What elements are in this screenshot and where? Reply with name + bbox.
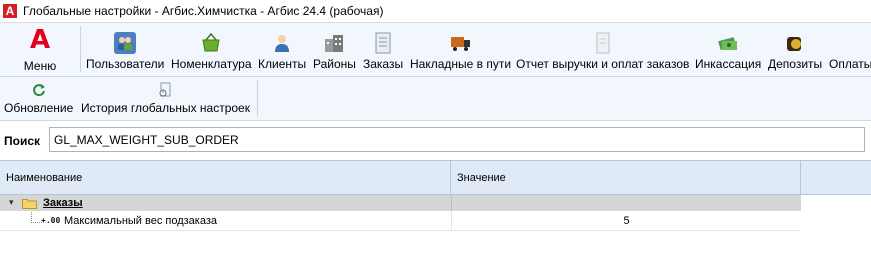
ribbon-separator <box>80 26 81 72</box>
group-row[interactable]: ▾ Заказы <box>0 195 801 211</box>
settings-history-button[interactable]: История глобальных настроек <box>81 77 250 120</box>
grid-header: Наименование Значение <box>0 161 871 195</box>
truck-icon <box>450 32 472 54</box>
group-label: Заказы <box>43 197 83 209</box>
ribbon-districts-button[interactable]: Районы <box>313 23 356 76</box>
setting-name: Максимальный вес подзаказа <box>64 215 218 227</box>
buildings-icon <box>323 32 345 54</box>
ribbon-payments-label: Оплаты <box>829 57 871 71</box>
main-ribbon: A Меню Пользователи Номенклатура Клиенты… <box>0 23 871 77</box>
money-icon <box>717 32 739 54</box>
menu-logo-icon: A <box>29 25 51 55</box>
ribbon-deposits-label: Депозиты <box>768 57 823 71</box>
search-bar: Поиск <box>0 121 871 159</box>
ribbon-districts-label: Районы <box>313 57 356 71</box>
setting-value[interactable]: 5 <box>451 212 801 230</box>
table-row[interactable]: +.00 Максимальный вес подзаказа 5 <box>0 212 801 231</box>
ribbon-users-button[interactable]: Пользователи <box>86 23 164 76</box>
window-title: Глобальные настройки - Агбис.Химчистка -… <box>23 4 384 18</box>
ribbon-orders-button[interactable]: Заказы <box>363 23 403 76</box>
search-input[interactable] <box>49 127 865 152</box>
client-icon <box>271 32 293 54</box>
ribbon-collection-button[interactable]: Инкассация <box>695 23 761 76</box>
menu-button[interactable]: A Меню <box>4 23 76 76</box>
ribbon-collection-label: Инкассация <box>695 57 762 71</box>
payments-icon <box>840 32 862 54</box>
ribbon-revenue-report-button[interactable]: Отчет выручки и оплат заказов <box>516 23 689 76</box>
group-value-cell <box>451 195 801 211</box>
basket-icon <box>200 32 222 54</box>
ribbon-revenue-report-label: Отчет выручки и оплат заказов <box>516 57 690 71</box>
ribbon-users-label: Пользователи <box>86 57 165 71</box>
document-icon <box>372 32 394 54</box>
ribbon-waybills-button[interactable]: Накладные в пути <box>410 23 511 76</box>
coin-icon <box>784 32 806 54</box>
refresh-label: Обновление <box>4 101 74 115</box>
folder-icon <box>22 198 37 209</box>
title-bar: A Глобальные настройки - Агбис.Химчистка… <box>0 0 871 23</box>
expand-chevron-icon[interactable]: ▾ <box>9 198 19 208</box>
settings-toolbar: Обновление История глобальных настроек <box>0 77 871 121</box>
column-header-name[interactable]: Наименование <box>0 161 451 194</box>
ribbon-orders-label: Заказы <box>363 57 404 71</box>
ribbon-nomenclature-label: Номенклатура <box>171 57 252 71</box>
menu-label: Меню <box>23 59 57 73</box>
refresh-icon <box>31 82 47 98</box>
refresh-button[interactable]: Обновление <box>4 77 73 120</box>
ribbon-deposits-button[interactable]: Депозиты <box>768 23 822 76</box>
ribbon-clients-label: Клиенты <box>258 57 307 71</box>
settings-history-label: История глобальных настроек <box>81 101 250 115</box>
ribbon-nomenclature-button[interactable]: Номенклатура <box>171 23 252 76</box>
ribbon-waybills-label: Накладные в пути <box>410 57 512 71</box>
app-logo-icon: A <box>3 4 17 18</box>
ribbon-clients-button[interactable]: Клиенты <box>258 23 306 76</box>
numeric-setting-icon: +.00 <box>41 216 61 225</box>
history-icon <box>157 82 173 98</box>
search-label: Поиск <box>4 134 41 148</box>
toolbar-separator <box>257 80 258 116</box>
report-icon <box>592 32 614 54</box>
ribbon-payments-button[interactable]: Оплаты <box>829 23 871 76</box>
users-icon <box>114 32 137 54</box>
column-header-value[interactable]: Значение <box>451 161 801 194</box>
